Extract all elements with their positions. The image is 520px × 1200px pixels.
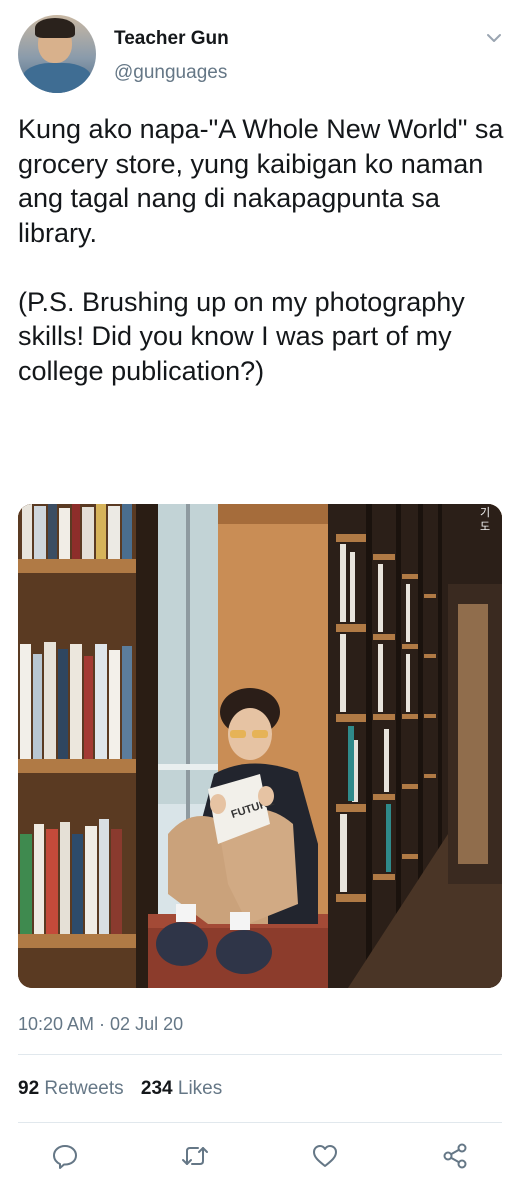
retweets-stat[interactable]: 92 Retweets	[18, 1078, 124, 1099]
avatar-hair	[35, 18, 75, 38]
likes-count: 234	[140, 1078, 173, 1099]
heart-icon	[311, 1142, 339, 1175]
photo-sign-line-2: 도	[480, 520, 490, 533]
tweet-timestamp[interactable]: 10:20 AM · 02 Jul 20	[18, 1014, 183, 1035]
retweets-label: Retweets	[44, 1078, 124, 1099]
divider	[18, 1122, 502, 1123]
likes-stat[interactable]: 234 Likes	[141, 1078, 222, 1099]
tweet-photo[interactable]: 기 도 FUTURE	[18, 504, 502, 988]
divider	[18, 1054, 502, 1055]
tweet-text: Kung ako napa-"A Whole New World" sa gro…	[18, 114, 504, 386]
like-button[interactable]	[305, 1138, 345, 1178]
likes-label: Likes	[177, 1078, 223, 1099]
share-button[interactable]	[435, 1138, 475, 1178]
retweet-icon	[180, 1142, 210, 1175]
share-icon	[441, 1142, 469, 1175]
photo-sign-line-1: 기	[480, 506, 490, 519]
retweet-button[interactable]	[175, 1138, 215, 1178]
tweet-stats: 92 Retweets 234 Likes	[18, 1078, 234, 1100]
reply-button[interactable]	[45, 1138, 85, 1178]
avatar-body	[22, 63, 92, 93]
retweets-count: 92	[18, 1078, 40, 1099]
handle[interactable]: @gunguages	[114, 62, 227, 84]
reply-icon	[51, 1142, 79, 1175]
avatar[interactable]	[18, 15, 96, 93]
display-name[interactable]: Teacher Gun	[114, 28, 229, 50]
tweet-actions	[0, 1138, 520, 1178]
chevron-down-icon[interactable]	[484, 28, 504, 48]
